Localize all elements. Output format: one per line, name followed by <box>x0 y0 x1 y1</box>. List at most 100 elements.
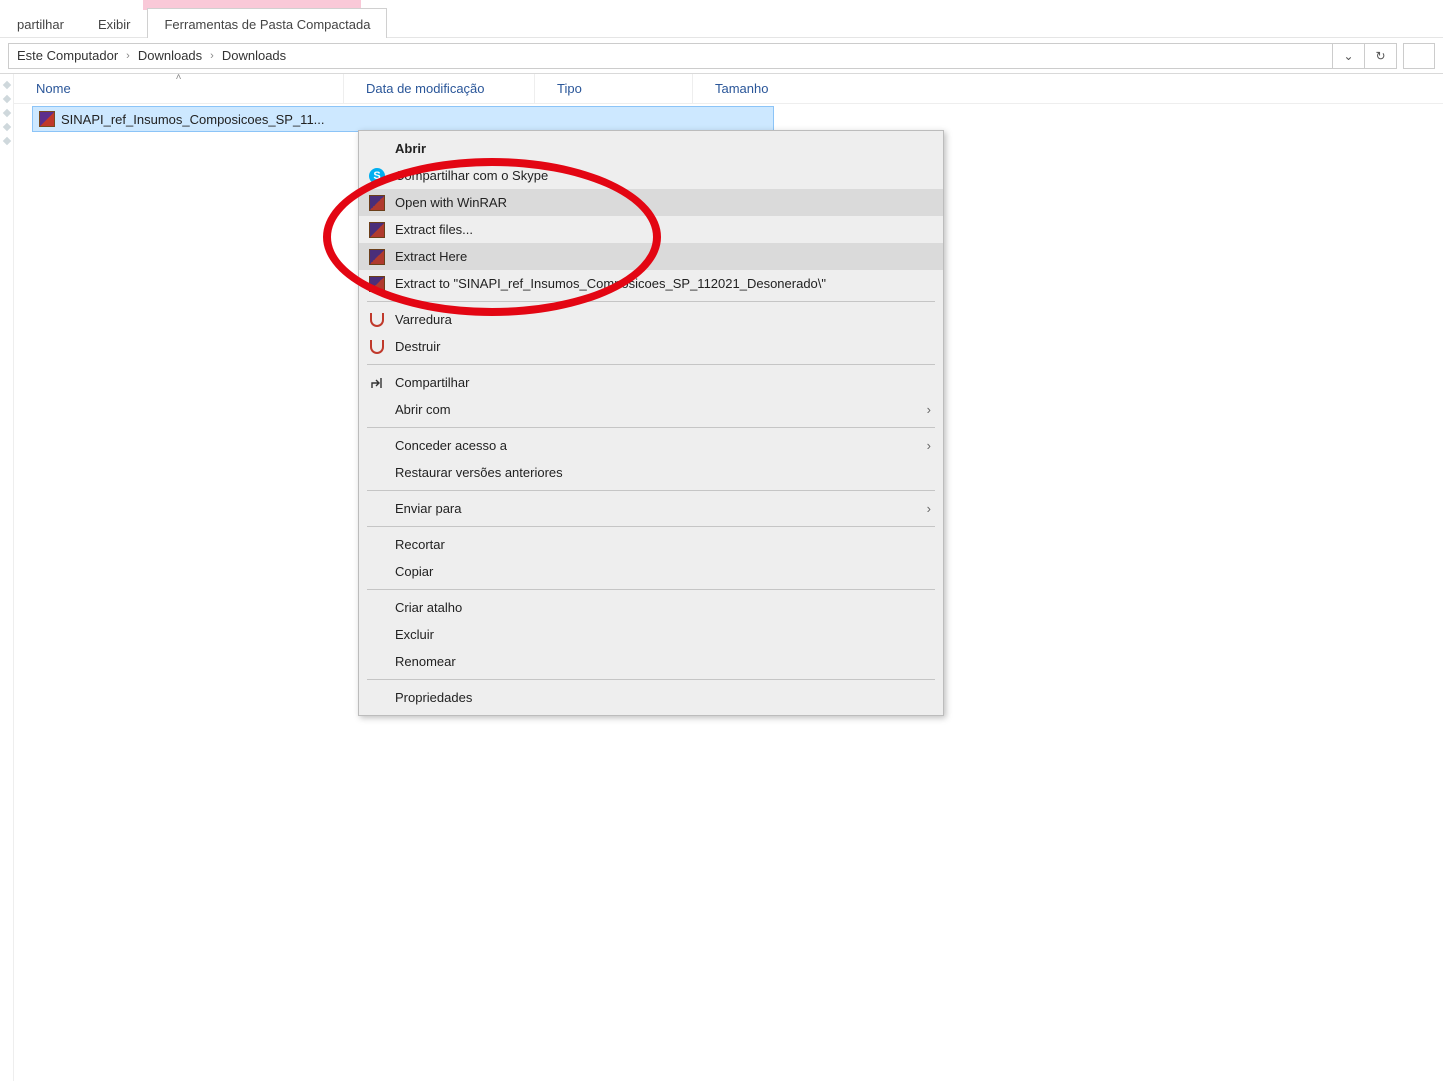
context-menu-item-label: Conceder acesso a <box>395 438 917 453</box>
nav-tree-sidebar[interactable] <box>0 74 14 1081</box>
context-menu-item-label: Abrir com <box>395 402 917 417</box>
breadcrumb-separator-icon: › <box>124 50 132 62</box>
column-header-size[interactable]: Tamanho <box>693 74 803 104</box>
breadcrumb-separator-icon: › <box>208 50 216 62</box>
chevron-right-icon: › <box>927 402 931 417</box>
column-header-modified[interactable]: Data de modificação <box>344 74 535 104</box>
context-menu-item[interactable]: Extract to "SINAPI_ref_Insumos_Composico… <box>359 270 943 297</box>
column-header-type[interactable]: Tipo <box>535 74 693 104</box>
column-headers: ˄ Nome Data de modificação Tipo Tamanho <box>14 74 1443 104</box>
pin-icon <box>3 123 11 131</box>
blank-icon <box>369 402 385 418</box>
blank-icon <box>369 627 385 643</box>
ribbon-tab-share[interactable]: partilhar <box>0 8 81 38</box>
winrar-icon <box>369 195 385 211</box>
context-menu-item[interactable]: Extract files... <box>359 216 943 243</box>
address-bar: Este Computador › Downloads › Downloads … <box>0 38 1443 74</box>
context-menu-item[interactable]: Copiar <box>359 558 943 585</box>
blank-icon <box>369 537 385 553</box>
breadcrumb-segment[interactable]: Downloads <box>138 48 202 63</box>
skype-icon: S <box>369 168 385 184</box>
context-menu-item[interactable]: Restaurar versões anteriores <box>359 459 943 486</box>
blank-icon <box>369 690 385 706</box>
context-menu-item-label: Extract Here <box>395 249 931 264</box>
blank-icon <box>369 501 385 517</box>
blank-icon <box>369 141 385 157</box>
context-menu-item-label: Compartilhar com o Skype <box>395 168 931 183</box>
context-menu-item-label: Excluir <box>395 627 931 642</box>
context-menu-item-label: Renomear <box>395 654 931 669</box>
chevron-down-icon: ⌄ <box>1343 49 1353 63</box>
pin-icon <box>3 95 11 103</box>
breadcrumb-dropdown-button[interactable]: ⌄ <box>1333 43 1365 69</box>
pin-icon <box>3 109 11 117</box>
winrar-icon <box>369 222 385 238</box>
context-menu-separator <box>367 490 935 491</box>
ribbon-tab-view[interactable]: Exibir <box>81 8 148 38</box>
search-box-placeholder[interactable] <box>1403 43 1435 69</box>
mcafee-shield-icon <box>369 312 385 328</box>
context-menu-item-label: Extract files... <box>395 222 931 237</box>
ribbon-tab-compressed-tools[interactable]: Ferramentas de Pasta Compactada <box>147 8 387 38</box>
winrar-icon <box>369 249 385 265</box>
context-menu-item-label: Copiar <box>395 564 931 579</box>
context-menu-item[interactable]: Abrir com › <box>359 396 943 423</box>
context-menu-item-label: Enviar para <box>395 501 917 516</box>
context-menu-item[interactable]: Conceder acesso a › <box>359 432 943 459</box>
breadcrumb-segment[interactable]: Downloads <box>222 48 286 63</box>
blank-icon <box>369 465 385 481</box>
context-menu-separator <box>367 301 935 302</box>
context-menu-separator <box>367 679 935 680</box>
context-menu-item[interactable]: Varredura <box>359 306 943 333</box>
context-menu-item[interactable]: Renomear <box>359 648 943 675</box>
share-icon <box>369 375 385 391</box>
context-menu-item[interactable]: S Compartilhar com o Skype <box>359 162 943 189</box>
column-header-name[interactable]: ˄ Nome <box>14 74 344 104</box>
chevron-right-icon: › <box>927 438 931 453</box>
ribbon-tabs: partilhar Exibir Ferramentas de Pasta Co… <box>0 0 1443 38</box>
context-menu-separator <box>367 526 935 527</box>
column-header-label: Data de modificação <box>366 81 485 96</box>
context-menu-item[interactable]: Criar atalho <box>359 594 943 621</box>
context-menu-item-label: Extract to "SINAPI_ref_Insumos_Composico… <box>395 276 931 291</box>
archive-file-icon <box>39 111 55 127</box>
context-menu: Abrir S Compartilhar com o Skype Open with … <box>358 130 944 716</box>
context-menu-item[interactable]: Destruir <box>359 333 943 360</box>
pin-icon <box>3 137 11 145</box>
context-menu-item-label: Abrir <box>395 141 931 156</box>
blank-icon <box>369 564 385 580</box>
mcafee-shield-icon <box>369 339 385 355</box>
context-menu-item[interactable]: Recortar <box>359 531 943 558</box>
context-menu-item-label: Varredura <box>395 312 931 327</box>
file-row-selected[interactable]: SINAPI_ref_Insumos_Composicoes_SP_11... <box>32 106 774 132</box>
column-header-label: Tamanho <box>715 81 768 96</box>
context-menu-item-label: Recortar <box>395 537 931 552</box>
context-menu-item[interactable]: Extract Here <box>359 243 943 270</box>
blank-icon <box>369 600 385 616</box>
context-menu-item-label: Open with WinRAR <box>395 195 931 210</box>
refresh-button[interactable]: ↻ <box>1365 43 1397 69</box>
blank-icon <box>369 654 385 670</box>
winrar-icon <box>369 276 385 292</box>
breadcrumb[interactable]: Este Computador › Downloads › Downloads <box>8 43 1333 69</box>
context-menu-item[interactable]: Excluir <box>359 621 943 648</box>
context-menu-item-label: Propriedades <box>395 690 931 705</box>
breadcrumb-segment[interactable]: Este Computador <box>17 48 118 63</box>
context-menu-item[interactable]: Abrir <box>359 135 943 162</box>
context-menu-item-label: Criar atalho <box>395 600 931 615</box>
sort-ascending-icon: ˄ <box>176 72 182 83</box>
context-menu-separator <box>367 427 935 428</box>
context-menu-item[interactable]: Propriedades <box>359 684 943 711</box>
context-menu-item[interactable]: Open with WinRAR <box>359 189 943 216</box>
blank-icon <box>369 438 385 454</box>
pin-icon <box>3 81 11 89</box>
column-header-label: Nome <box>36 81 71 96</box>
column-header-label: Tipo <box>557 81 582 96</box>
context-menu-item-label: Destruir <box>395 339 931 354</box>
context-menu-item[interactable]: Compartilhar <box>359 369 943 396</box>
context-menu-item[interactable]: Enviar para › <box>359 495 943 522</box>
context-menu-item-label: Restaurar versões anteriores <box>395 465 931 480</box>
chevron-right-icon: › <box>927 501 931 516</box>
file-name-label: SINAPI_ref_Insumos_Composicoes_SP_11... <box>61 112 325 127</box>
context-menu-item-label: Compartilhar <box>395 375 931 390</box>
